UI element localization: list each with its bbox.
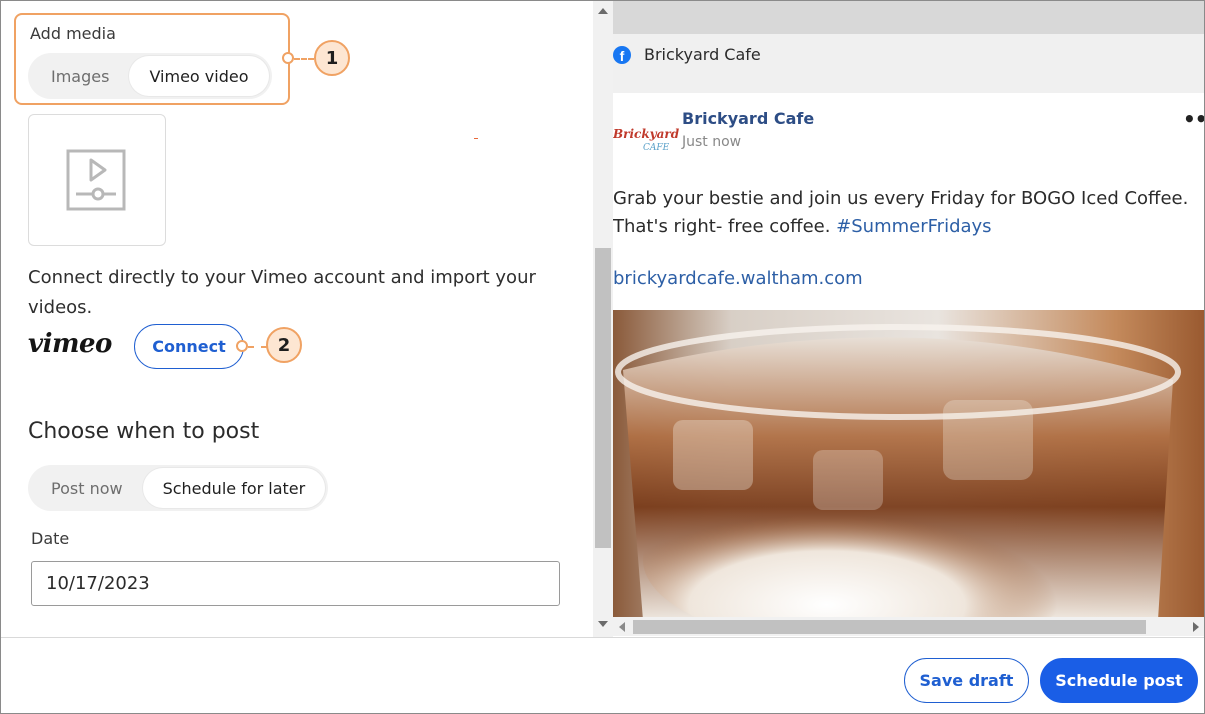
preview-top-bar (613, 1, 1204, 34)
scroll-right-arrow-icon[interactable] (1193, 622, 1199, 632)
compose-panel: Add media Images Vimeo video 1 Connect d… (1, 1, 593, 637)
post-body: Grab your bestie and join us every Frida… (613, 185, 1204, 241)
date-input[interactable]: 10/17/2023 (31, 561, 560, 606)
stray-mark (474, 138, 478, 139)
schedule-post-button[interactable]: Schedule post (1040, 658, 1198, 703)
post-timestamp: Just now (682, 134, 742, 150)
horizontal-scrollbar-thumb[interactable] (633, 620, 1146, 634)
connect-vimeo-button[interactable]: Connect (134, 324, 244, 369)
callout-badge-2: 2 (266, 327, 302, 363)
post-hashtag[interactable]: #SummerFridays (836, 216, 991, 237)
facebook-post-preview: Brickyard CAFE Brickyard Cafe Just now •… (613, 93, 1204, 637)
tab-vimeo-video[interactable]: Vimeo video (129, 56, 269, 96)
video-file-icon (66, 149, 126, 211)
post-text-line-2-content: That's right- free coffee. (613, 216, 837, 237)
post-preview-panel: f Brickyard Cafe Brickyard CAFE Brickyar… (613, 1, 1204, 637)
preview-network-page: Brickyard Cafe (644, 45, 761, 64)
tab-schedule-for-later[interactable]: Schedule for later (142, 468, 326, 508)
callout-connector-dot-1 (282, 52, 294, 64)
schedule-section-title: Choose when to post (28, 419, 260, 444)
vimeo-description: Connect directly to your Vimeo account a… (28, 267, 536, 318)
more-options-icon[interactable]: ••• (1183, 107, 1204, 131)
facebook-icon: f (613, 45, 631, 64)
avatar-logo-text: Brickyard (613, 127, 680, 141)
post-timing-toggle: Post now Schedule for later (28, 465, 329, 511)
post-page-name[interactable]: Brickyard Cafe (682, 109, 814, 128)
callout-connector-dot-2 (236, 340, 248, 352)
iced-coffee-photo (613, 310, 1204, 620)
post-text-line-1: Grab your bestie and join us every Frida… (613, 188, 1189, 209)
video-thumbnail-placeholder[interactable] (28, 114, 166, 246)
callout-badge-1: 1 (314, 40, 350, 76)
preview-horizontal-scrollbar[interactable] (613, 617, 1204, 636)
scroll-up-arrow-icon[interactable] (598, 8, 608, 14)
media-type-toggle: Images Vimeo video (28, 53, 272, 99)
tab-post-now[interactable]: Post now (31, 468, 143, 508)
callout-connector-line-2 (248, 346, 267, 348)
vimeo-logo: vimeo (28, 329, 112, 359)
post-text-line-2: That's right- free coffee. #SummerFriday… (613, 213, 1204, 241)
scroll-down-arrow-icon[interactable] (598, 621, 608, 627)
date-label: Date (31, 529, 70, 548)
compose-panel-scrollbar[interactable] (593, 1, 613, 637)
dialog-footer: Save draft Schedule post (1, 637, 1204, 713)
post-link[interactable]: brickyardcafe.waltham.com (613, 268, 863, 289)
add-media-label: Add media (30, 24, 116, 43)
preview-network-header: f Brickyard Cafe (613, 45, 761, 64)
avatar-logo-subtext: CAFE (643, 143, 670, 153)
scrollbar-thumb[interactable] (595, 248, 611, 548)
scroll-left-arrow-icon[interactable] (619, 622, 625, 632)
callout-connector-line-1 (294, 58, 314, 60)
avatar: Brickyard CAFE (613, 115, 679, 161)
tab-images[interactable]: Images (31, 56, 129, 96)
save-draft-button[interactable]: Save draft (904, 658, 1029, 703)
